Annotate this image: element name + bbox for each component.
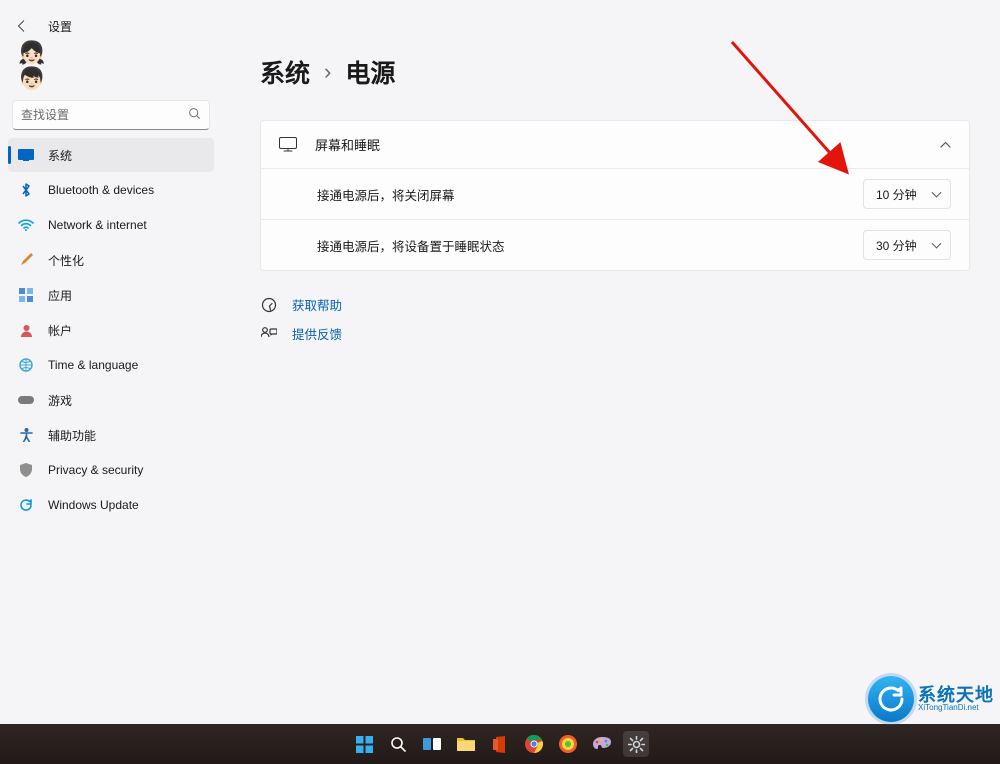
screen-off-label: 接通电源后，将关闭屏幕 <box>317 185 847 204</box>
chrome-icon[interactable] <box>521 731 547 757</box>
sidebar-item-bluetooth[interactable]: Bluetooth & devices <box>8 173 214 207</box>
sidebar-item-apps[interactable]: 应用 <box>8 278 214 312</box>
feedback-link[interactable]: 提供反馈 <box>292 324 342 343</box>
breadcrumb-leaf: 电源 <box>345 54 395 90</box>
taskview-icon[interactable] <box>419 731 445 757</box>
sleep-label: 接通电源后，将设备置于睡眠状态 <box>317 236 847 255</box>
accessibility-icon <box>18 427 34 443</box>
sidebar-item-accounts[interactable]: 帐户 <box>8 313 214 347</box>
watermark-logo-icon <box>868 676 914 722</box>
taskbar-search-icon[interactable] <box>385 731 411 757</box>
sleep-select[interactable]: 30 分钟 <box>863 230 951 260</box>
system-icon <box>18 147 34 163</box>
sidebar-item-label: Privacy & security <box>48 463 143 477</box>
screen-off-row: 接通电源后，将关闭屏幕 10 分钟 <box>261 168 969 219</box>
sidebar-item-label: Network & internet <box>48 218 147 232</box>
breadcrumb-root[interactable]: 系统 <box>260 54 310 90</box>
monitor-icon <box>279 136 297 154</box>
screen-sleep-header[interactable]: 屏幕和睡眠 <box>261 121 969 168</box>
help-link[interactable]: 获取帮助 <box>292 295 342 314</box>
card-title: 屏幕和睡眠 <box>315 135 922 154</box>
chevron-right-icon: › <box>324 59 331 85</box>
sidebar-item-update[interactable]: Windows Update <box>8 488 214 522</box>
user-avatar[interactable]: 👧🏻👦🏻 <box>18 46 66 86</box>
sleep-row: 接通电源后，将设备置于睡眠状态 30 分钟 <box>261 219 969 270</box>
content-area: 系统 › 电源 屏幕和睡眠 接通电源后，将关闭屏幕 10 分钟 <box>222 34 1000 764</box>
sidebar-item-label: 应用 <box>48 287 72 304</box>
watermark-brand: 系统天地 <box>918 686 994 704</box>
taskbar[interactable] <box>0 724 1000 764</box>
sidebar-item-system[interactable]: 系统 <box>8 138 214 172</box>
watermark: 系统天地 XiTongTianDi.net <box>868 676 994 722</box>
sidebar-item-label: 游戏 <box>48 392 72 409</box>
sidebar-item-label: 辅助功能 <box>48 427 96 444</box>
sidebar-item-personalization[interactable]: 个性化 <box>8 243 214 277</box>
brush-icon <box>18 252 34 268</box>
sidebar-item-privacy[interactable]: Privacy & security <box>8 453 214 487</box>
help-icon <box>260 296 278 314</box>
search-input[interactable] <box>21 108 188 122</box>
sidebar-item-label: 帐户 <box>48 322 72 339</box>
sidebar-item-label: 个性化 <box>48 252 84 269</box>
sidebar-item-network[interactable]: Network & internet <box>8 208 214 242</box>
shield-icon <box>18 462 34 478</box>
globe-icon <box>18 357 34 373</box>
screen-sleep-card: 屏幕和睡眠 接通电源后，将关闭屏幕 10 分钟 接通电源后，将设备置于睡眠状态 … <box>260 120 970 271</box>
sidebar-item-label: Bluetooth & devices <box>48 183 154 197</box>
wifi-icon <box>18 217 34 233</box>
sidebar-item-label: Windows Update <box>48 498 139 512</box>
breadcrumb: 系统 › 电源 <box>260 54 970 90</box>
person-icon <box>18 322 34 338</box>
browser-icon[interactable] <box>555 731 581 757</box>
feedback-icon <box>260 325 278 343</box>
gamepad-icon <box>18 392 34 408</box>
sidebar-item-accessibility[interactable]: 辅助功能 <box>8 418 214 452</box>
bluetooth-icon <box>18 182 34 198</box>
settings-icon[interactable] <box>623 731 649 757</box>
sidebar-item-label: 系统 <box>48 147 72 164</box>
chevron-up-icon <box>940 139 951 151</box>
apps-icon <box>18 287 34 303</box>
watermark-url: XiTongTianDi.net <box>918 704 994 712</box>
sidebar-item-gaming[interactable]: 游戏 <box>8 383 214 417</box>
sidebar-item-time[interactable]: Time & language <box>8 348 214 382</box>
app-title: 设置 <box>48 18 72 35</box>
explorer-icon[interactable] <box>453 731 479 757</box>
paint-icon[interactable] <box>589 731 615 757</box>
search-box[interactable] <box>12 100 210 130</box>
office-icon[interactable] <box>487 731 513 757</box>
screen-off-select[interactable]: 10 分钟 <box>863 179 951 209</box>
update-icon <box>18 497 34 513</box>
search-icon <box>188 107 201 123</box>
start-button[interactable] <box>351 731 377 757</box>
sidebar: 👧🏻👦🏻 系统 Bluetooth & devices <box>0 34 222 764</box>
sidebar-item-label: Time & language <box>48 358 138 372</box>
